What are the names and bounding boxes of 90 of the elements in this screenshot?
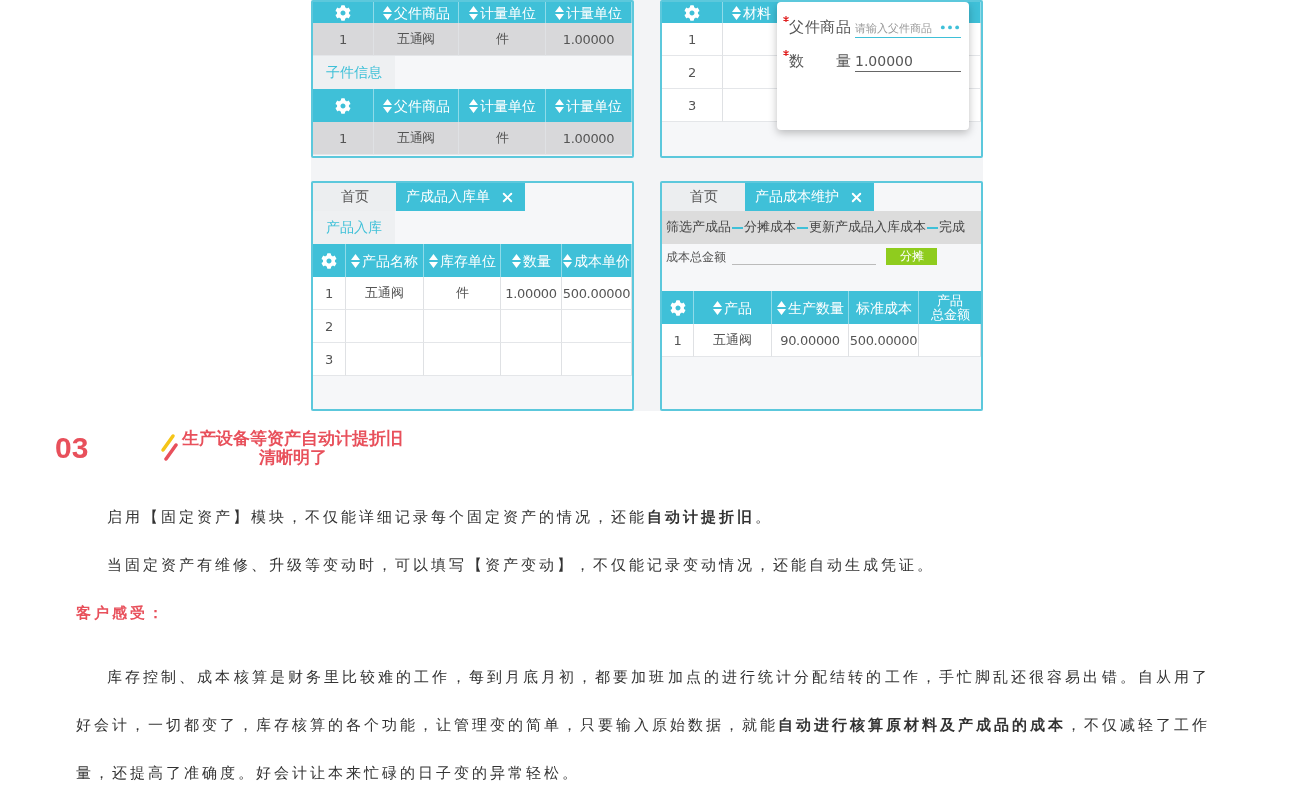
- tab[interactable]: 产成品入库单: [396, 183, 525, 211]
- table-cell: 1.00000: [501, 277, 562, 310]
- step-label: 筛选产成品: [666, 219, 731, 236]
- sort-icon[interactable]: [776, 300, 786, 315]
- header-text: 总金额: [930, 307, 970, 322]
- row-number: 1: [662, 324, 694, 357]
- sort-icon[interactable]: [351, 253, 360, 268]
- subheading: 客户感受：: [76, 603, 167, 624]
- column-header[interactable]: 库存单位: [424, 244, 501, 277]
- paragraph: 库存控制、成本核算是财务里比较难的工作，每到月底月初，都要加班加点的进行统计分配结转的工作，手忙脚乱还很容易出错。自从用了好会计，一切都变了，库存核算的各个功能，让管理变的简单，只要输入原始数据，就能自动进行核算原材料及产成品的成本，不仅减轻了工作量，还提高了准确度。好会计让本来忙碌的日子变的异常轻松。: [76, 667, 1210, 784]
- step-connector: [927, 226, 938, 229]
- row-number: 3: [313, 343, 346, 376]
- column-header[interactable]: 成本单价: [562, 244, 632, 277]
- step-label: 完成: [939, 219, 965, 236]
- table-cell: 90.00000: [772, 324, 849, 357]
- table-cell: 件: [424, 277, 501, 310]
- sort-icon[interactable]: [468, 98, 478, 113]
- slash-icon: [160, 433, 178, 463]
- column-header[interactable]: 计量单位: [459, 2, 546, 23]
- column-header[interactable]: 父件商品: [374, 2, 459, 23]
- header-text: 产品: [937, 293, 963, 308]
- sort-icon[interactable]: [555, 5, 564, 20]
- settings-icon[interactable]: [321, 252, 337, 269]
- sort-icon[interactable]: [428, 253, 438, 268]
- table-cell: 件: [459, 122, 546, 155]
- sort-icon[interactable]: [511, 253, 521, 268]
- sort-icon[interactable]: [555, 98, 564, 113]
- column-header[interactable]: 标准成本: [849, 291, 919, 324]
- table-cell: 五通阀: [694, 324, 772, 357]
- section-title: 清晰明了: [257, 448, 328, 467]
- settings-header[interactable]: [662, 291, 694, 324]
- table-cell: 五通阀: [374, 122, 459, 155]
- settings-icon[interactable]: [335, 97, 351, 114]
- column-header[interactable]: 产品: [694, 291, 772, 324]
- table-cell: 五通阀: [346, 277, 424, 310]
- row-number: 1: [662, 23, 723, 56]
- row-number: 2: [662, 56, 723, 89]
- tab[interactable]: 首页: [662, 183, 745, 211]
- input-field[interactable]: 请输入父件商品: [855, 16, 939, 38]
- settings-header[interactable]: [313, 2, 374, 23]
- section-label: 产品入库: [313, 211, 395, 244]
- sort-icon[interactable]: [382, 98, 392, 113]
- column-header[interactable]: 计量单位: [459, 89, 546, 122]
- table-cell: 五通阀: [374, 23, 459, 56]
- tab[interactable]: 产品成本维护: [745, 183, 874, 211]
- field-label: 成本总金额: [666, 249, 726, 266]
- column-header[interactable]: 生产数量: [772, 291, 849, 324]
- column-header[interactable]: 父件商品: [374, 89, 459, 122]
- settings-header[interactable]: [662, 2, 723, 23]
- row-number: 1: [313, 277, 346, 310]
- settings-header[interactable]: [313, 89, 374, 122]
- settings-icon[interactable]: [684, 4, 700, 21]
- column-header[interactable]: 数量: [501, 244, 562, 277]
- field-label: 父件商品: [789, 17, 851, 37]
- row-number: 2: [313, 310, 346, 343]
- allocate-button[interactable]: 分摊: [886, 248, 937, 265]
- table-cell: 1.00000: [546, 122, 632, 155]
- row-number: 1: [313, 122, 374, 155]
- step-label: 更新产成品入库成本: [809, 219, 926, 236]
- sort-icon[interactable]: [732, 5, 741, 20]
- sort-icon[interactable]: [468, 5, 478, 20]
- section-number: 03: [55, 431, 90, 465]
- settings-icon[interactable]: [335, 4, 351, 21]
- row-number: 1: [313, 23, 374, 56]
- step-label: 分摊成本: [744, 219, 796, 236]
- field-label: 数 量: [789, 51, 851, 71]
- settings-icon[interactable]: [669, 299, 686, 316]
- table-cell: 件: [459, 23, 546, 56]
- step-connector: [732, 226, 743, 229]
- table-cell: [501, 310, 562, 343]
- table-cell: 500.00000: [849, 324, 919, 357]
- tab[interactable]: 首页: [313, 183, 396, 211]
- column-header[interactable]: 计量单位: [546, 89, 632, 122]
- row-number: 3: [662, 89, 723, 122]
- table-cell: [501, 343, 562, 376]
- column-header[interactable]: 计量单位: [546, 2, 632, 23]
- input-field[interactable]: 1.00000: [855, 50, 961, 72]
- column-header[interactable]: 材料: [723, 2, 781, 23]
- sort-icon[interactable]: [713, 300, 722, 315]
- column-header[interactable]: 产品名称: [346, 244, 424, 277]
- paragraph: 当固定资产有维修、升级等变动时，可以填写【资产变动】，不仅能记录变动情况，还能自动生成凭证。: [106, 555, 936, 576]
- section-label: 子件信息: [313, 56, 395, 89]
- table-cell: 500.00000: [562, 277, 632, 310]
- paragraph: 启用【固定资产】模块，不仅能详细记录每个固定资产的情况，还能自动计提折旧。: [106, 507, 774, 528]
- settings-header[interactable]: [313, 244, 346, 277]
- column-header[interactable]: 产品 总金额: [919, 291, 981, 324]
- sort-icon[interactable]: [382, 5, 392, 20]
- table-cell: 1.00000: [546, 23, 632, 56]
- step-connector: [797, 226, 808, 229]
- section-title: 生产设备等资产自动计提折旧: [182, 429, 403, 448]
